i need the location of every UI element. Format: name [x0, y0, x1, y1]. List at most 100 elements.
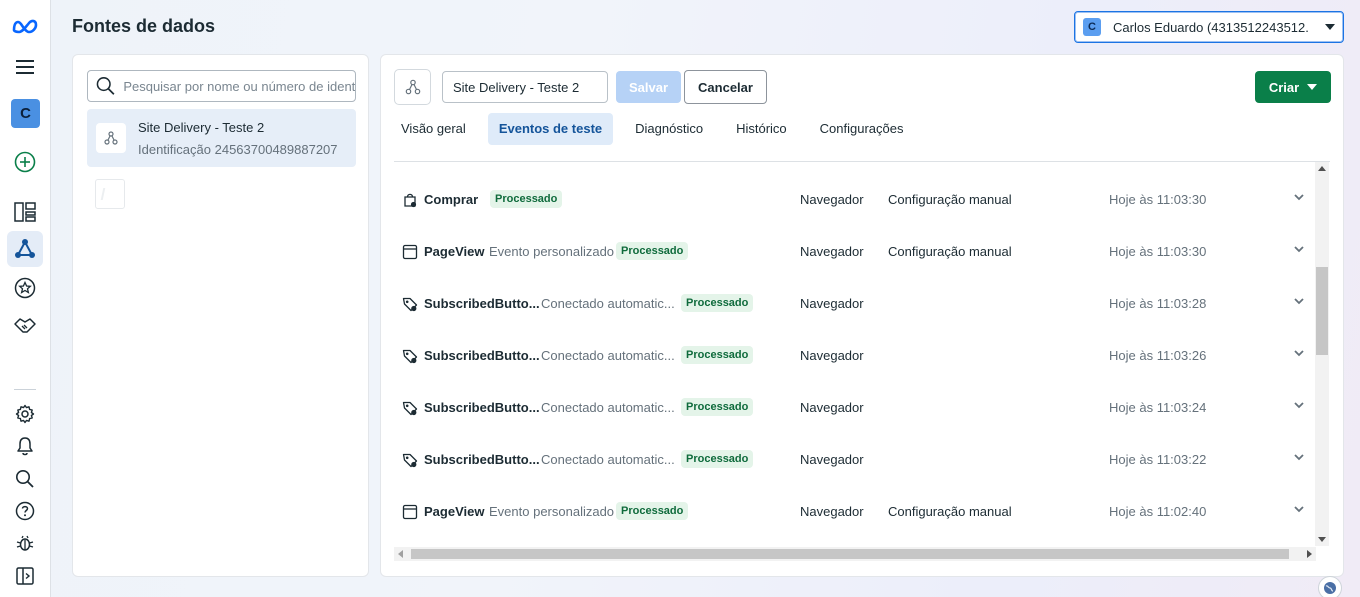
- data-source-name: Site Delivery - Teste 2: [138, 120, 265, 135]
- vertical-scrollbar-thumb[interactable]: [1316, 267, 1328, 355]
- data-source-name-input[interactable]: [442, 71, 608, 103]
- chevron-down-icon[interactable]: [1293, 503, 1305, 515]
- event-row[interactable]: PageView Evento personalizado Processado…: [400, 493, 1310, 545]
- menu-icon[interactable]: [7, 49, 43, 85]
- scroll-right-arrow[interactable]: [1307, 550, 1312, 558]
- event-subtitle: Conectado automatic...: [541, 348, 675, 363]
- event-subtitle: Conectado automatic...: [541, 452, 675, 467]
- help-icon[interactable]: [7, 493, 43, 529]
- chevron-down-icon[interactable]: [1293, 295, 1305, 307]
- event-time: Hoje às 11:03:30: [1109, 244, 1207, 259]
- status-badge: Processado: [616, 242, 689, 260]
- event-row[interactable]: SubscribedButto... Conectado automatic..…: [400, 441, 1310, 493]
- status-badge: Processado: [490, 190, 563, 208]
- search-icon[interactable]: [7, 461, 43, 497]
- event-time: Hoje às 11:03:26: [1109, 348, 1207, 363]
- event-source: Navegador: [800, 504, 864, 519]
- shopping-bag-icon: [404, 193, 417, 208]
- tag-icon: [402, 453, 418, 468]
- language-globe-icon[interactable]: [1318, 576, 1342, 597]
- data-source-item[interactable]: Site Delivery - Teste 2 Identificação 24…: [87, 109, 356, 167]
- horizontal-scrollbar[interactable]: [394, 547, 1316, 561]
- event-source: Navegador: [800, 192, 864, 207]
- scroll-left-arrow[interactable]: [398, 550, 403, 558]
- tag-icon: [402, 401, 418, 416]
- event-config: Configuração manual: [888, 244, 1012, 259]
- chevron-down-icon[interactable]: [1293, 243, 1305, 255]
- left-navigation-rail: C: [0, 0, 51, 597]
- event-time: Hoje às 11:03:22: [1109, 452, 1207, 467]
- meta-logo-icon[interactable]: [7, 8, 43, 44]
- search-field[interactable]: [87, 70, 356, 102]
- data-sources-icon[interactable]: [7, 231, 43, 267]
- account-avatar[interactable]: C: [11, 99, 40, 128]
- event-row[interactable]: PageView Evento personalizado Processado…: [400, 233, 1310, 285]
- account-badge: C: [1083, 18, 1101, 36]
- browser-window-icon: [402, 504, 418, 520]
- chevron-down-icon: [1307, 84, 1318, 90]
- data-source-id: Identificação 24563700489887207: [138, 142, 338, 157]
- search-input[interactable]: [123, 78, 355, 94]
- status-badge: Processado: [681, 450, 754, 468]
- data-source-icon: [394, 69, 431, 105]
- data-source-detail-panel: Salvar Cancelar Criar Visão geral Evento…: [380, 54, 1344, 577]
- create-button[interactable]: Criar: [1255, 71, 1331, 103]
- data-source-icon: [96, 123, 126, 153]
- event-time: Hoje às 11:03:28: [1109, 296, 1207, 311]
- scroll-up-arrow[interactable]: [1318, 166, 1326, 171]
- notifications-bell-icon[interactable]: [7, 428, 43, 464]
- tag-icon: [402, 349, 418, 364]
- event-name: Comprar: [424, 192, 479, 207]
- sidebar-toggle-icon[interactable]: [7, 558, 43, 594]
- create-button-label: Criar: [1268, 79, 1300, 95]
- dashboard-layout-icon[interactable]: [7, 194, 43, 230]
- event-subtitle: Conectado automatic...: [541, 296, 675, 311]
- vertical-scrollbar[interactable]: [1315, 162, 1329, 546]
- tab-historico[interactable]: Histórico: [725, 113, 798, 145]
- tab-eventos-de-teste[interactable]: Eventos de teste: [487, 113, 614, 145]
- event-time: Hoje às 11:03:24: [1109, 400, 1207, 415]
- settings-gear-icon[interactable]: [7, 396, 43, 432]
- add-circle-icon[interactable]: [7, 144, 43, 180]
- chevron-down-icon[interactable]: [1293, 451, 1305, 463]
- status-badge: Processado: [681, 398, 754, 416]
- chevron-down-icon[interactable]: [1293, 399, 1305, 411]
- account-selector-label: Carlos Eduardo (4313512243512...: [1113, 19, 1309, 35]
- star-circle-icon[interactable]: [7, 270, 43, 306]
- data-sources-list-panel: Site Delivery - Teste 2 Identificação 24…: [72, 54, 369, 577]
- tab-divider: [394, 161, 1330, 162]
- event-time: Hoje às 11:03:30: [1109, 192, 1207, 207]
- event-row[interactable]: SubscribedButto... Conectado automatic..…: [400, 389, 1310, 441]
- event-source: Navegador: [800, 348, 864, 363]
- scroll-down-arrow[interactable]: [1318, 537, 1326, 542]
- event-name: SubscribedButto...: [424, 348, 540, 363]
- bug-report-icon[interactable]: [7, 525, 43, 561]
- page-title: Fontes de dados: [72, 16, 216, 36]
- save-button[interactable]: Salvar: [616, 71, 681, 103]
- rail-divider: [14, 389, 36, 390]
- event-config: Configuração manual: [888, 504, 1012, 519]
- status-badge: Processado: [616, 502, 689, 520]
- tab-diagnostico[interactable]: Diagnóstico: [624, 113, 714, 145]
- status-badge: Processado: [681, 346, 754, 364]
- event-row[interactable]: Comprar Processado Navegador Configuraçã…: [400, 181, 1310, 233]
- event-subtitle: Conectado automatic...: [541, 400, 675, 415]
- event-subtitle: Evento personalizado: [489, 244, 615, 259]
- event-source: Navegador: [800, 400, 864, 415]
- cancel-button[interactable]: Cancelar: [684, 70, 767, 104]
- event-row[interactable]: SubscribedButto... Conectado automatic..…: [400, 285, 1310, 337]
- handshake-icon[interactable]: [7, 307, 43, 343]
- event-source: Navegador: [800, 296, 864, 311]
- account-selector-dropdown[interactable]: C Carlos Eduardo (4313512243512...: [1074, 11, 1344, 43]
- event-name: PageView: [424, 504, 485, 519]
- chevron-down-icon[interactable]: [1293, 191, 1305, 203]
- event-name: SubscribedButto...: [424, 400, 540, 415]
- event-source: Navegador: [800, 244, 864, 259]
- chevron-down-icon[interactable]: [1293, 347, 1305, 359]
- event-name: PageView: [424, 244, 485, 259]
- horizontal-scrollbar-thumb[interactable]: [411, 549, 1289, 559]
- tab-visao-geral[interactable]: Visão geral: [390, 113, 477, 145]
- tab-configuracoes[interactable]: Configurações: [809, 113, 915, 145]
- event-subtitle: Evento personalizado: [489, 504, 615, 519]
- event-row[interactable]: SubscribedButto... Conectado automatic..…: [400, 337, 1310, 389]
